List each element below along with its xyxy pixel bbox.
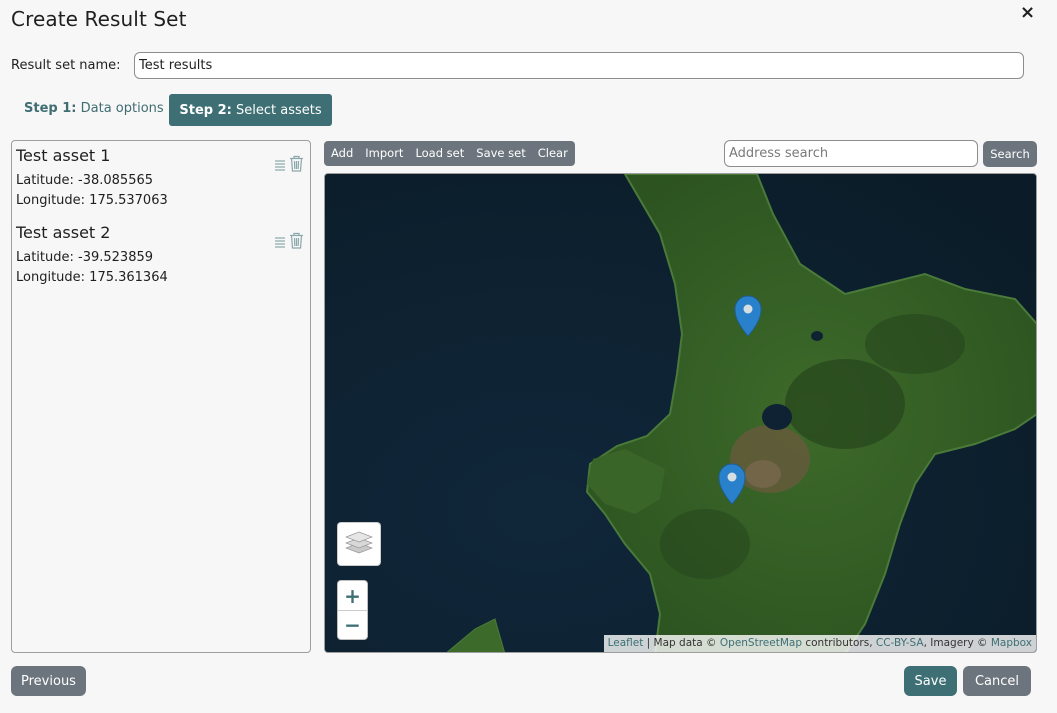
save-button[interactable]: Save [904, 666, 957, 696]
tab-step-1[interactable]: Step 1: Data options [24, 101, 164, 116]
asset-item: Test asset 1 Latitude: -38.085565 Longit… [16, 146, 308, 208]
search-button[interactable]: Search [983, 141, 1037, 167]
zoom-control: + − [337, 580, 368, 640]
result-set-name-label: Result set name: [11, 58, 121, 73]
asset-longitude: Longitude: 175.361364 [16, 270, 168, 285]
drag-handle-icon[interactable] [274, 233, 286, 252]
close-icon[interactable]: × [1020, 2, 1035, 23]
satellite-map [325, 174, 1036, 652]
step-1-prefix: Step 1: [24, 101, 77, 116]
leaflet-link[interactable]: Leaflet [608, 637, 644, 649]
cancel-button[interactable]: Cancel [963, 666, 1031, 696]
attribution-text: , Imagery © [923, 637, 991, 649]
step-2-label: Select assets [236, 102, 322, 118]
address-search-input[interactable] [724, 140, 978, 167]
asset-longitude: Longitude: 175.537063 [16, 193, 168, 208]
trash-icon[interactable] [289, 155, 304, 176]
license-link[interactable]: CC-BY-SA [876, 637, 924, 649]
asset-latitude: Latitude: -38.085565 [16, 173, 154, 188]
attribution-text: contributors, [802, 637, 876, 649]
step-2-prefix: Step 2: [179, 102, 232, 118]
asset-name: Test asset 1 [16, 146, 111, 165]
attribution-text: | Map data © [643, 637, 720, 649]
asset-list-panel: Test asset 1 Latitude: -38.085565 Longit… [11, 140, 311, 653]
layers-control[interactable] [337, 522, 381, 566]
layers-icon [344, 529, 374, 559]
clear-button[interactable]: Clear [532, 141, 575, 166]
mapbox-link[interactable]: Mapbox [991, 637, 1032, 649]
step-1-label: Data options [80, 101, 164, 116]
asset-name: Test asset 2 [16, 223, 111, 242]
add-button[interactable]: Add [324, 141, 359, 166]
tab-step-2[interactable]: Step 2: Select assets [169, 94, 332, 126]
result-set-name-input[interactable] [134, 52, 1024, 79]
load-set-button[interactable]: Load set [409, 141, 470, 166]
zoom-out-button[interactable]: − [338, 610, 367, 639]
openstreetmap-link[interactable]: OpenStreetMap [720, 637, 802, 649]
previous-button[interactable]: Previous [11, 666, 86, 696]
trash-icon[interactable] [289, 232, 304, 253]
save-set-button[interactable]: Save set [470, 141, 531, 166]
map-attribution: Leaflet | Map data © OpenStreetMap contr… [603, 635, 1036, 652]
map-view[interactable]: + − Leaflet | Map data © OpenStreetMap c… [324, 173, 1037, 653]
asset-item: Test asset 2 Latitude: -39.523859 Longit… [16, 223, 308, 285]
asset-latitude: Latitude: -39.523859 [16, 250, 154, 265]
dialog-title: Create Result Set [11, 7, 187, 31]
drag-handle-icon[interactable] [274, 156, 286, 175]
import-button[interactable]: Import [359, 141, 409, 166]
map-toolbar: Add Import Load set Save set Clear [324, 141, 575, 166]
zoom-in-button[interactable]: + [338, 581, 367, 610]
